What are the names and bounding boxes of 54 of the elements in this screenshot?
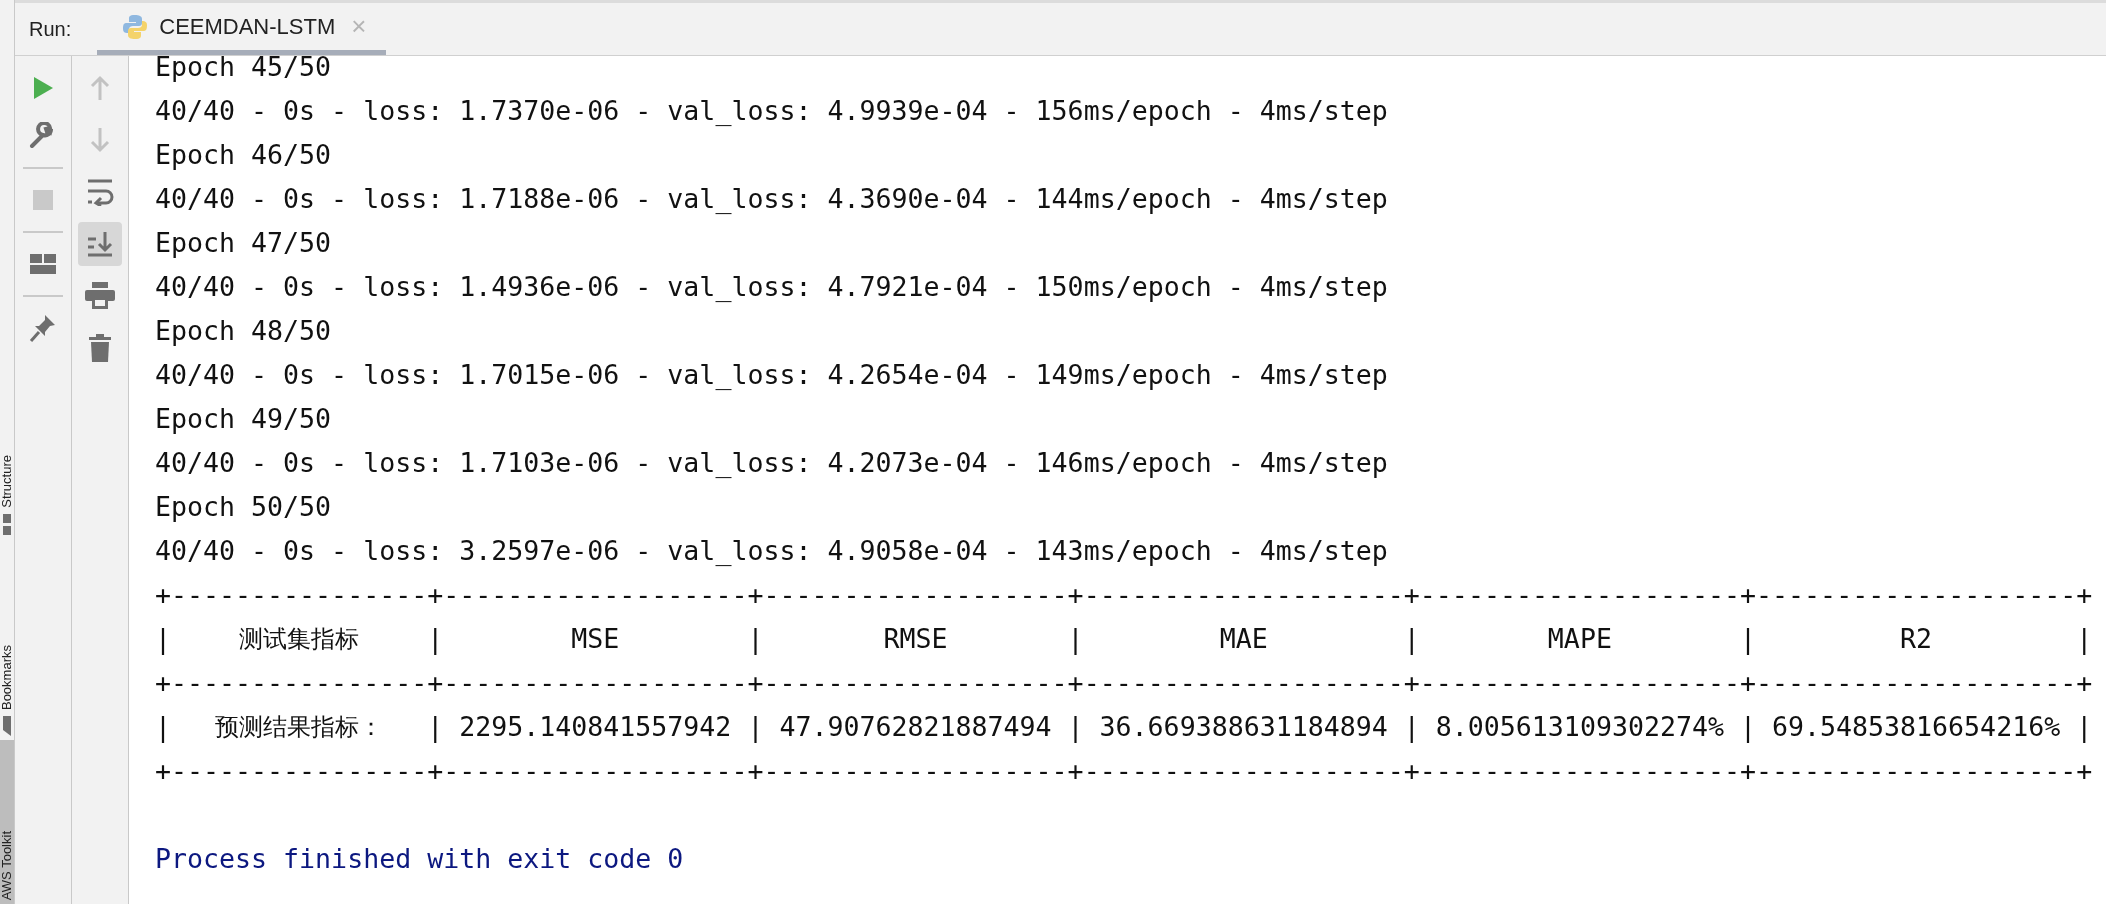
run-label: Run: bbox=[29, 17, 72, 41]
table-border-line: +----------------+-------------------+-------------------+--------------------+--------------------+--------------------+ bbox=[155, 666, 2094, 700]
console-line: Epoch 46/50 bbox=[155, 138, 333, 172]
table-cell-text: 预测结果指标： bbox=[214, 712, 385, 743]
table-header: RMSE bbox=[882, 622, 949, 656]
console-line: 40/40 - 0s - loss: 1.7370e-06 - val_loss: 4.9939e-04 - 156ms/epoch - 4ms/step bbox=[155, 94, 1389, 128]
scroll-to-end-icon[interactable] bbox=[78, 222, 122, 266]
table-pipe: | bbox=[1403, 622, 1420, 657]
table-cell-text: 69.54853816654216% bbox=[1771, 710, 2062, 744]
structure-icon bbox=[3, 514, 11, 536]
table-cell-text: 47.90762821887494 bbox=[778, 710, 1053, 744]
console-line: 40/40 - 0s - loss: 1.7188e-06 - val_loss: 4.3690e-04 - 144ms/epoch - 4ms/step bbox=[155, 182, 1389, 216]
console-line: 40/40 - 0s - loss: 1.4936e-06 - val_loss: 4.7921e-04 - 150ms/epoch - 4ms/step bbox=[155, 270, 1389, 304]
table-header: MAPE bbox=[1546, 622, 1613, 656]
python-icon bbox=[121, 12, 150, 41]
table-pipe: | bbox=[2076, 622, 2093, 657]
table-pipe: | bbox=[427, 622, 444, 657]
table-pipe: | bbox=[1403, 710, 1420, 745]
exit-message: Process finished with exit code 0 bbox=[155, 842, 685, 876]
console-line: Epoch 48/50 bbox=[155, 314, 333, 348]
console-line: 40/40 - 0s - loss: 1.7015e-06 - val_loss: 4.2654e-04 - 149ms/epoch - 4ms/step bbox=[155, 358, 1389, 392]
table-header: MAE bbox=[1218, 622, 1269, 656]
table-border-line: +----------------+-------------------+-------------------+--------------------+--------------------+--------------------+ bbox=[155, 578, 2094, 612]
console-line: Epoch 47/50 bbox=[155, 226, 333, 260]
table-pipe: | bbox=[427, 710, 444, 745]
table-pipe: | bbox=[1067, 622, 1084, 657]
table-pipe: | bbox=[155, 710, 171, 745]
table-header: R2 bbox=[1899, 622, 1934, 656]
tool-window-tab[interactable]: Bookmarks bbox=[0, 550, 14, 740]
table-pipe: | bbox=[747, 710, 764, 745]
console-line: Epoch 49/50 bbox=[155, 402, 333, 436]
console-line: 40/40 - 0s - loss: 3.2597e-06 - val_loss: 4.9058e-04 - 143ms/epoch - 4ms/step bbox=[155, 534, 1389, 568]
run-tab[interactable]: CEEMDAN-LSTM × bbox=[97, 3, 387, 55]
table-cell-text: 8.005613109302274% bbox=[1434, 710, 1725, 744]
tool-window-tab[interactable]: Structure bbox=[0, 390, 14, 540]
table-pipe: | bbox=[1067, 710, 1084, 745]
bookmark-icon bbox=[3, 716, 11, 736]
tool-window-label: AWS Toolkit bbox=[0, 830, 14, 900]
tool-window-label: Structure bbox=[0, 455, 14, 508]
tool-window-label: Bookmarks bbox=[0, 644, 14, 710]
table-pipe: | bbox=[1740, 710, 1756, 745]
table-header: 测试集指标 bbox=[238, 624, 361, 655]
table-pipe: | bbox=[155, 622, 171, 657]
console-line: Epoch 45/50 bbox=[155, 56, 333, 84]
table-cell-text: 2295.140841557942 bbox=[458, 710, 733, 744]
table-pipe: | bbox=[2076, 710, 2093, 745]
console-line: Epoch 50/50 bbox=[155, 490, 333, 524]
table-pipe: | bbox=[747, 622, 764, 657]
tool-window-tab[interactable]: AWS Toolkit bbox=[0, 740, 14, 904]
table-cell-text: 36.669388631184894 bbox=[1098, 710, 1389, 744]
table-border-line: +----------------+-------------------+-------------------+--------------------+--------------------+--------------------+ bbox=[155, 754, 2094, 788]
console-line: 40/40 - 0s - loss: 1.7103e-06 - val_loss: 4.2073e-04 - 146ms/epoch - 4ms/step bbox=[155, 446, 1389, 480]
table-header: MSE bbox=[570, 622, 621, 656]
table-pipe: | bbox=[1740, 622, 1756, 657]
